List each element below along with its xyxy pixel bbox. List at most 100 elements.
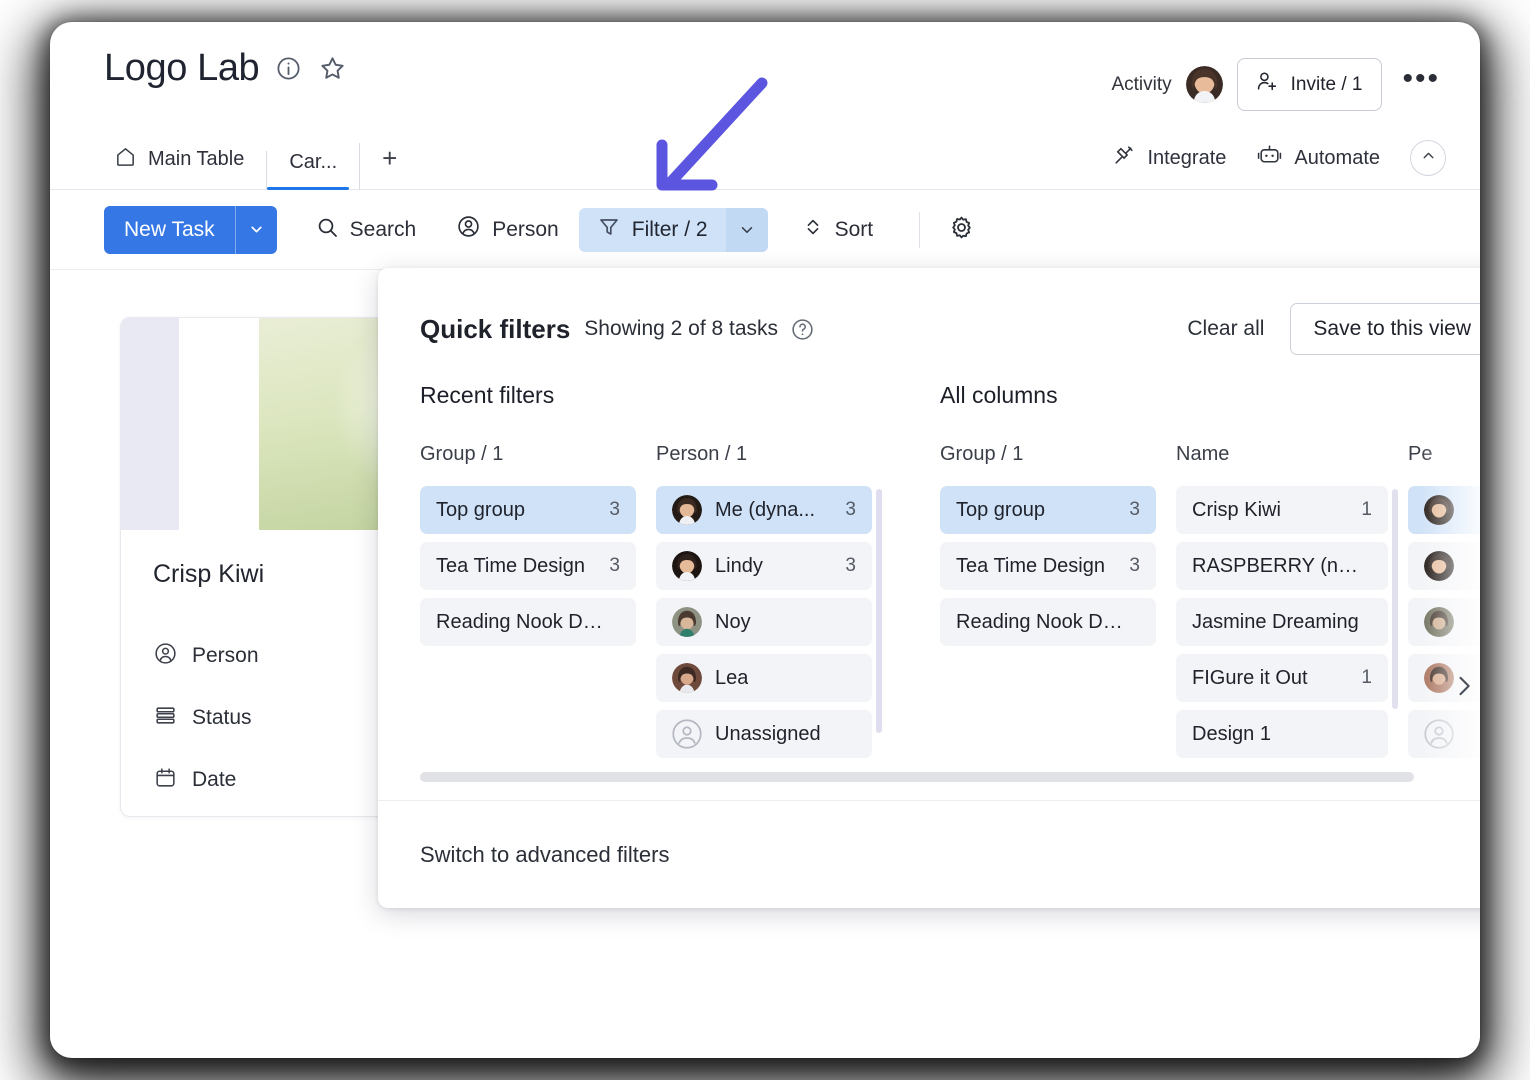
person-filter-button[interactable]: Person xyxy=(436,208,579,252)
avatar-me xyxy=(1424,495,1454,525)
filter-option[interactable]: Tea Time Design 3 xyxy=(940,542,1156,590)
automate-label: Automate xyxy=(1294,146,1380,169)
name-column-scrollbar[interactable] xyxy=(1392,489,1398,709)
switch-to-advanced-filters-link[interactable]: Switch to advanced filters xyxy=(420,842,669,868)
toolbar-divider xyxy=(919,211,921,248)
filter-button[interactable]: Filter / 2 xyxy=(578,207,768,252)
info-circle-icon[interactable] xyxy=(275,55,302,82)
filter-main[interactable]: Filter / 2 xyxy=(579,208,726,252)
quick-filters-horizontal-scrollbar[interactable] xyxy=(420,772,1414,782)
filter-option-count: 3 xyxy=(845,555,856,576)
filter-option[interactable]: Lea xyxy=(656,654,872,702)
calendar-icon xyxy=(153,765,178,796)
automate-button[interactable]: Automate xyxy=(1256,142,1380,175)
search-button[interactable]: Search xyxy=(295,208,437,252)
save-to-view-button[interactable]: Save to this view xyxy=(1290,303,1480,355)
invite-button[interactable]: Invite / 1 xyxy=(1236,58,1383,111)
filter-column-group-all-header: Group / 1 xyxy=(940,443,1024,465)
chevron-right-icon[interactable] xyxy=(1450,672,1478,700)
card-field-status-label: Status xyxy=(192,706,252,729)
filter-option-count: 1 xyxy=(1361,667,1372,688)
tab-cards[interactable]: Car... xyxy=(266,151,359,190)
section-recent-filters-title: Recent filters xyxy=(420,382,555,408)
new-task-button[interactable]: New Task xyxy=(104,205,277,254)
filter-option[interactable]: Top group 3 xyxy=(940,486,1156,534)
integrate-button[interactable]: Integrate xyxy=(1111,143,1226,174)
person-label: Person xyxy=(492,217,559,241)
board-body: Crisp Kiwi Person Status Date Quick filt… xyxy=(50,268,1480,1050)
robot-icon xyxy=(1256,142,1283,175)
avatar-me xyxy=(672,495,702,525)
person-circle-icon xyxy=(456,214,481,245)
filter-option[interactable] xyxy=(1408,710,1480,758)
filter-option[interactable]: Crisp Kiwi 1 xyxy=(1176,486,1388,534)
sort-label: Sort xyxy=(834,217,874,241)
view-tabs: Main Table Car... + Integrate Automate xyxy=(50,134,1480,190)
board-toolbar: New Task Search Person Filter / 2 Sort xyxy=(50,190,1480,270)
avatar-lindy xyxy=(1424,551,1454,581)
filter-option-count: 3 xyxy=(1129,555,1140,576)
filter-option-label: Crisp Kiwi xyxy=(1192,498,1281,521)
filter-option[interactable]: FIGure it Out 1 xyxy=(1176,654,1388,702)
avatar-unassigned xyxy=(672,719,702,749)
collapse-header-button[interactable] xyxy=(1410,140,1446,176)
more-options-button[interactable]: ••• xyxy=(1396,63,1446,97)
filter-option[interactable]: Reading Nook De... xyxy=(940,598,1156,646)
avatar-lindy xyxy=(672,551,702,581)
filter-option[interactable]: Noy xyxy=(656,598,872,646)
filter-option[interactable]: Design 1 xyxy=(1176,710,1388,758)
home-icon xyxy=(114,145,137,174)
star-icon[interactable] xyxy=(318,54,347,83)
add-view-label: + xyxy=(382,143,398,173)
filter-option[interactable] xyxy=(1408,542,1480,590)
card-field-person-label: Person xyxy=(192,644,259,667)
person-column-scrollbar[interactable] xyxy=(876,489,882,733)
integrate-icon xyxy=(1111,143,1136,174)
integrate-label: Integrate xyxy=(1147,146,1227,169)
avatar-lea xyxy=(672,663,702,693)
filter-column-person-all: Pe xyxy=(1408,443,1480,766)
add-person-icon xyxy=(1254,69,1279,100)
new-task-label: New Task xyxy=(124,217,215,241)
filter-option-label: Jasmine Dreaming xyxy=(1192,610,1359,633)
filter-column-person: Person / 1 Me (dyna... 3 Lindy 3 Noy Lea… xyxy=(656,443,882,766)
section-recent-filters: Recent filters Group / 1 Top group 3 Tea… xyxy=(420,382,882,766)
tab-cards-label: Car... xyxy=(289,151,338,173)
person-circle-icon xyxy=(153,641,178,672)
new-task-chevron-down-icon[interactable] xyxy=(234,205,277,254)
filter-option[interactable] xyxy=(1408,598,1480,646)
quick-filters-panel: Quick filters Showing 2 of 8 tasks Clear… xyxy=(378,268,1480,908)
board-settings-button[interactable] xyxy=(942,214,981,246)
filter-option-label: Lea xyxy=(715,666,749,689)
filter-chevron-down-icon[interactable] xyxy=(725,207,768,252)
quick-filters-scroll-area[interactable]: Recent filters Group / 1 Top group 3 Tea… xyxy=(378,360,1480,800)
board-header: Logo Lab Activity Invite / 1 ••• xyxy=(50,22,1480,134)
chevron-up-icon xyxy=(1420,147,1437,169)
filter-option[interactable]: Lindy 3 xyxy=(656,542,872,590)
filter-option[interactable]: RASPBERRY (n)l... xyxy=(1176,542,1388,590)
filter-option[interactable]: Top group 3 xyxy=(420,486,636,534)
card-image-white-band xyxy=(179,318,259,530)
filter-option[interactable]: Jasmine Dreaming xyxy=(1176,598,1388,646)
avatar[interactable] xyxy=(1185,66,1223,103)
avatar-unassigned xyxy=(1424,719,1454,749)
app-window: Logo Lab Activity Invite / 1 ••• Main Ta… xyxy=(50,22,1480,1058)
clear-all-button[interactable]: Clear all xyxy=(1187,317,1264,341)
add-view-tab[interactable]: + xyxy=(359,143,397,189)
tab-main-table-label: Main Table xyxy=(148,148,245,170)
tab-main-table[interactable]: Main Table xyxy=(104,145,266,189)
filter-label: Filter / 2 xyxy=(631,217,708,241)
filter-option[interactable]: Tea Time Design 3 xyxy=(420,542,636,590)
quick-filters-subtitle: Showing 2 of 8 tasks xyxy=(584,317,779,340)
filter-option-label: Top group xyxy=(436,498,525,521)
activity-label[interactable]: Activity xyxy=(1111,74,1171,96)
filter-column-name: Name Crisp Kiwi 1 RASPBERRY (n)l... Jasm… xyxy=(1176,443,1398,766)
filter-option[interactable]: Unassigned xyxy=(656,710,872,758)
filter-option-label: Tea Time Design xyxy=(956,554,1105,577)
filter-option[interactable] xyxy=(1408,486,1480,534)
filter-option[interactable]: Reading Nook De... xyxy=(420,598,636,646)
sort-button[interactable]: Sort xyxy=(782,208,894,252)
filter-option[interactable]: Me (dyna... 3 xyxy=(656,486,872,534)
question-circle-icon[interactable] xyxy=(790,317,815,342)
filter-option-count: 3 xyxy=(845,499,856,520)
